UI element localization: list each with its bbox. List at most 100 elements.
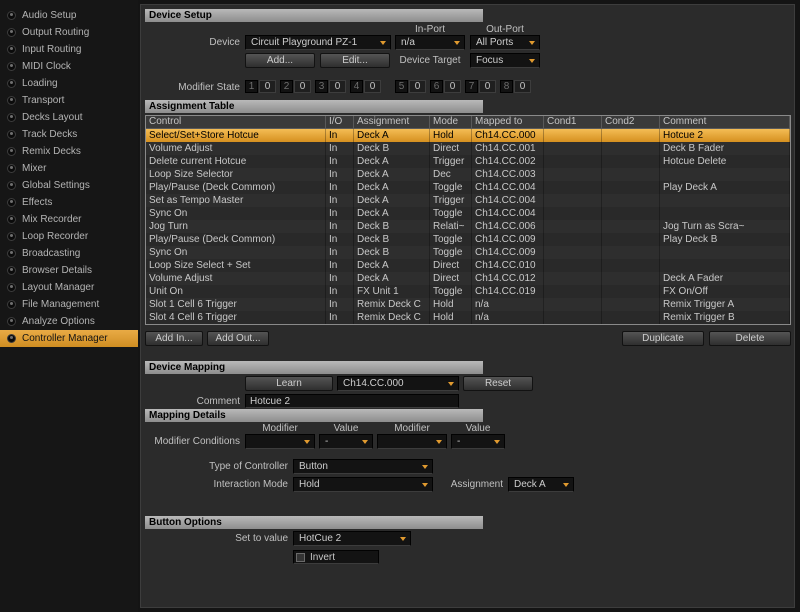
cell-io: In xyxy=(326,168,354,181)
sidebar-item-label: Track Decks xyxy=(22,129,77,140)
invert-checkbox[interactable] xyxy=(296,553,305,562)
sidebar-item-label: Analyze Options xyxy=(22,316,95,327)
cell-mode: Direct xyxy=(430,142,472,155)
table-row-jog-turn[interactable]: Jog TurnInDeck BRelati~Ch14.CC.006Jog Tu… xyxy=(146,220,790,233)
modifier-condition-1-dropdown[interactable] xyxy=(245,434,315,449)
add-in-button[interactable]: Add In... xyxy=(145,331,203,346)
duplicate-button[interactable]: Duplicate xyxy=(622,331,704,346)
section-header-mapping-details: Mapping Details xyxy=(145,409,483,422)
sidebar-item-remix-decks[interactable]: Remix Decks xyxy=(0,143,138,160)
invert-label: Invert xyxy=(310,552,335,563)
column-header-assignment[interactable]: Assignment xyxy=(354,116,430,128)
device-dropdown[interactable]: Circuit Playground PZ-1 xyxy=(245,35,391,50)
assignment-table-body: Select/Set+Store HotcueInDeck AHoldCh14.… xyxy=(146,129,790,324)
cell-cond1 xyxy=(544,142,602,155)
out-port-dropdown[interactable]: All Ports xyxy=(470,35,540,50)
cell-io: In xyxy=(326,155,354,168)
table-row-loop-size-selector[interactable]: Loop Size SelectorInDeck ADecCh14.CC.003 xyxy=(146,168,790,181)
sidebar-item-label: MIDI Clock xyxy=(22,61,71,72)
sidebar-item-label: Remix Decks xyxy=(22,146,81,157)
add-device-button[interactable]: Add... xyxy=(245,53,315,68)
sidebar-item-loop-recorder[interactable]: Loop Recorder xyxy=(0,228,138,245)
column-header-comment[interactable]: Comment xyxy=(660,116,790,128)
table-row-select-set-store-hotcue[interactable]: Select/Set+Store HotcueInDeck AHoldCh14.… xyxy=(146,129,790,142)
sidebar-item-browser-details[interactable]: Browser Details xyxy=(0,262,138,279)
sidebar: Audio SetupOutput RoutingInput Routing MI… xyxy=(0,0,138,612)
sidebar-item-controller-manager[interactable]: Controller Manager xyxy=(0,330,138,347)
sidebar-item-transport[interactable]: Transport xyxy=(0,92,138,109)
sidebar-item-label: Global Settings xyxy=(22,180,90,191)
sidebar-item-input-routing[interactable]: Input Routing xyxy=(0,41,138,58)
column-header-cond2[interactable]: Cond2 xyxy=(602,116,660,128)
table-row-volume-adjust[interactable]: Volume AdjustInDeck BDirectCh14.CC.001De… xyxy=(146,142,790,155)
device-target-dropdown[interactable]: Focus xyxy=(470,53,540,68)
cell-cond2 xyxy=(602,285,660,298)
sidebar-item-file-management[interactable]: File Management xyxy=(0,296,138,313)
modifier-value-2-dropdown[interactable]: - xyxy=(451,434,505,449)
in-port-dropdown[interactable]: n/a xyxy=(395,35,465,50)
interaction-mode-dropdown[interactable]: Hold xyxy=(293,477,433,492)
sidebar-item-label: Mixer xyxy=(22,163,46,174)
type-of-controller-dropdown[interactable]: Button xyxy=(293,459,433,474)
table-row-sync-on[interactable]: Sync OnInDeck AToggleCh14.CC.004 xyxy=(146,207,790,220)
sidebar-item-loading[interactable]: Loading xyxy=(0,75,138,92)
reset-button[interactable]: Reset xyxy=(463,376,533,391)
comment-input[interactable] xyxy=(245,394,459,408)
invert-checkbox-container: Invert xyxy=(293,550,379,564)
table-row-sync-on[interactable]: Sync OnInDeck BToggleCh14.CC.009 xyxy=(146,246,790,259)
sidebar-item-track-decks[interactable]: Track Decks xyxy=(0,126,138,143)
sidebar-item-decks-layout[interactable]: Decks Layout xyxy=(0,109,138,126)
column-header-mapped-to[interactable]: Mapped to xyxy=(472,116,544,128)
sidebar-item-effects[interactable]: Effects xyxy=(0,194,138,211)
sidebar-item-analyze-options[interactable]: Analyze Options xyxy=(0,313,138,330)
edit-device-button[interactable]: Edit... xyxy=(320,53,390,68)
modifier-number: 6 xyxy=(430,80,443,93)
mapped-control-dropdown[interactable]: Ch14.CC.000 xyxy=(337,376,459,391)
sidebar-item-broadcasting[interactable]: Broadcasting xyxy=(0,245,138,262)
cell-cond1 xyxy=(544,285,602,298)
table-row-play-pause-deck-common[interactable]: Play/Pause (Deck Common)InDeck BToggleCh… xyxy=(146,233,790,246)
cell-cond2 xyxy=(602,142,660,155)
sidebar-item-mix-recorder[interactable]: Mix Recorder xyxy=(0,211,138,228)
table-row-slot-1-cell-6-trigger[interactable]: Slot 1 Cell 6 TriggerInRemix Deck CHoldn… xyxy=(146,298,790,311)
sidebar-item-layout-manager[interactable]: Layout Manager xyxy=(0,279,138,296)
sidebar-item-midi-clock[interactable]: MIDI Clock xyxy=(0,58,138,75)
radio-bullet-icon xyxy=(7,96,16,105)
column-header-mode[interactable]: Mode xyxy=(430,116,472,128)
column-header-control[interactable]: Control xyxy=(146,116,326,128)
device-target-dropdown-value: Focus xyxy=(476,55,503,66)
delete-button[interactable]: Delete xyxy=(709,331,791,346)
modifier-value-1-dropdown[interactable]: - xyxy=(319,434,373,449)
table-row-delete-current-hotcue[interactable]: Delete current HotcueInDeck ATriggerCh14… xyxy=(146,155,790,168)
cell-mapped-to: Ch14.CC.004 xyxy=(472,181,544,194)
sidebar-item-output-routing[interactable]: Output Routing xyxy=(0,24,138,41)
sidebar-item-label: Effects xyxy=(22,197,52,208)
cell-mapped-to: n/a xyxy=(472,311,544,324)
table-row-unit-on[interactable]: Unit OnInFX Unit 1ToggleCh14.CC.019FX On… xyxy=(146,285,790,298)
sidebar-item-mixer[interactable]: Mixer xyxy=(0,160,138,177)
radio-bullet-icon xyxy=(7,28,16,37)
table-row-set-as-tempo-master[interactable]: Set as Tempo MasterInDeck ATriggerCh14.C… xyxy=(146,194,790,207)
column-header-i-o[interactable]: I/O xyxy=(326,116,354,128)
modifier-state: 1020304050607080 xyxy=(245,80,535,93)
cell-mapped-to: Ch14.CC.019 xyxy=(472,285,544,298)
column-header-cond1[interactable]: Cond1 xyxy=(544,116,602,128)
cell-control: Delete current Hotcue xyxy=(146,155,326,168)
modifier-condition-2-dropdown[interactable] xyxy=(377,434,447,449)
table-row-volume-adjust[interactable]: Volume AdjustInDeck ADirectCh14.CC.012De… xyxy=(146,272,790,285)
cell-cond2 xyxy=(602,181,660,194)
table-row-loop-size-select-set[interactable]: Loop Size Select + SetInDeck ADirectCh14… xyxy=(146,259,790,272)
cell-assignment: Deck A xyxy=(354,181,430,194)
sidebar-item-audio-setup[interactable]: Audio Setup xyxy=(0,7,138,24)
assignment-dropdown[interactable]: Deck A xyxy=(508,477,574,492)
table-row-play-pause-deck-common[interactable]: Play/Pause (Deck Common)InDeck AToggleCh… xyxy=(146,181,790,194)
sidebar-item-global-settings[interactable]: Global Settings xyxy=(0,177,138,194)
cell-cond2 xyxy=(602,129,660,142)
learn-button[interactable]: Learn xyxy=(245,376,333,391)
table-row-slot-4-cell-6-trigger[interactable]: Slot 4 Cell 6 TriggerInRemix Deck CHoldn… xyxy=(146,311,790,324)
set-to-value-dropdown[interactable]: HotCue 2 xyxy=(293,531,411,546)
cell-cond1 xyxy=(544,220,602,233)
add-out-button[interactable]: Add Out... xyxy=(207,331,269,346)
radio-bullet-icon xyxy=(7,147,16,156)
sidebar-item-label: Layout Manager xyxy=(22,282,94,293)
